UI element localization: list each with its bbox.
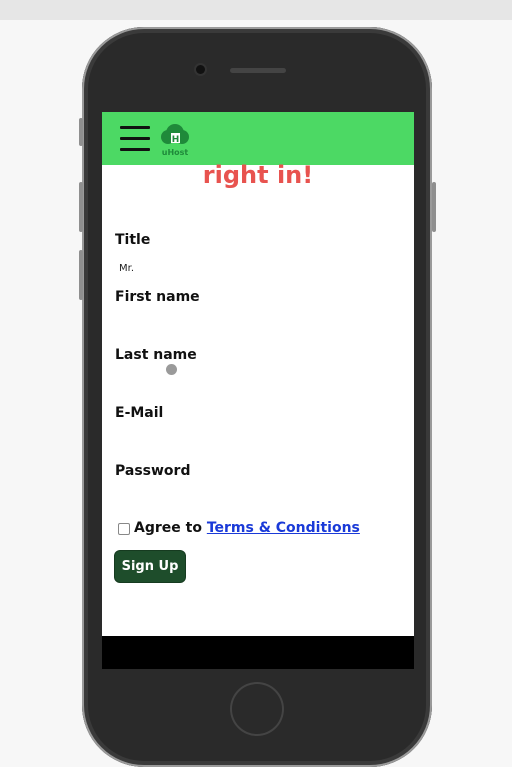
volume-up-button	[79, 182, 83, 232]
first-name-label: First name	[115, 289, 200, 305]
last-name-field[interactable]	[115, 367, 315, 385]
mute-switch	[79, 118, 83, 146]
last-name-label: Last name	[115, 347, 197, 363]
password-label: Password	[115, 463, 191, 479]
browser-top-strip	[0, 0, 512, 20]
hamburger-icon[interactable]	[120, 126, 150, 151]
svg-text:H: H	[172, 135, 180, 145]
page-heading: right in!	[202, 161, 314, 189]
home-button[interactable]	[230, 682, 284, 736]
touch-cursor-indicator	[166, 364, 177, 375]
terms-link[interactable]: Terms & Conditions	[207, 520, 360, 536]
title-label: Title	[115, 232, 151, 248]
agree-checkbox[interactable]	[118, 523, 130, 535]
front-camera	[196, 65, 205, 74]
bottom-bar	[102, 636, 414, 669]
phone-screen: H uHost right in! Title Mr. First name L…	[102, 112, 414, 669]
logo-text: uHost	[162, 148, 189, 157]
title-select[interactable]: Mr.	[119, 263, 134, 274]
first-name-field[interactable]	[115, 309, 315, 327]
password-field[interactable]	[115, 483, 315, 501]
email-field[interactable]	[115, 425, 315, 443]
agree-label: Agree to Terms & Conditions	[134, 520, 360, 536]
tree-logo-icon[interactable]: H uHost	[157, 121, 193, 157]
agree-text: Agree to	[134, 520, 202, 536]
earpiece-speaker	[230, 68, 286, 73]
email-label: E-Mail	[115, 405, 164, 421]
power-button	[432, 182, 436, 232]
volume-down-button	[79, 250, 83, 300]
signup-button[interactable]: Sign Up	[115, 551, 185, 582]
